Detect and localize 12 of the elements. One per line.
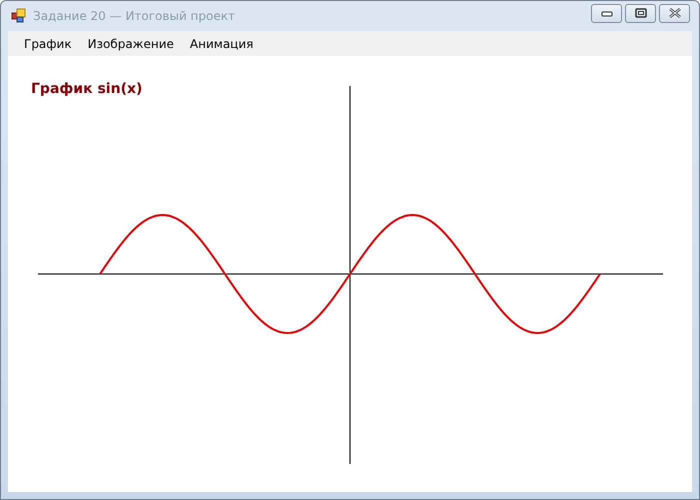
window-title: Задание 20 — Итоговый проект — [33, 9, 235, 23]
close-button[interactable] — [659, 4, 690, 22]
menu-item[interactable]: Изображение — [80, 34, 182, 54]
menu-item[interactable]: График — [16, 34, 80, 54]
graph-title: График sin(x) — [31, 81, 142, 97]
minimize-button[interactable] — [591, 4, 622, 22]
minimize-icon — [600, 9, 612, 17]
menu-item[interactable]: Анимация — [182, 34, 262, 54]
maximize-button[interactable] — [625, 4, 656, 22]
maximize-icon — [634, 8, 646, 18]
app-icon — [11, 8, 27, 24]
close-icon — [668, 8, 682, 18]
